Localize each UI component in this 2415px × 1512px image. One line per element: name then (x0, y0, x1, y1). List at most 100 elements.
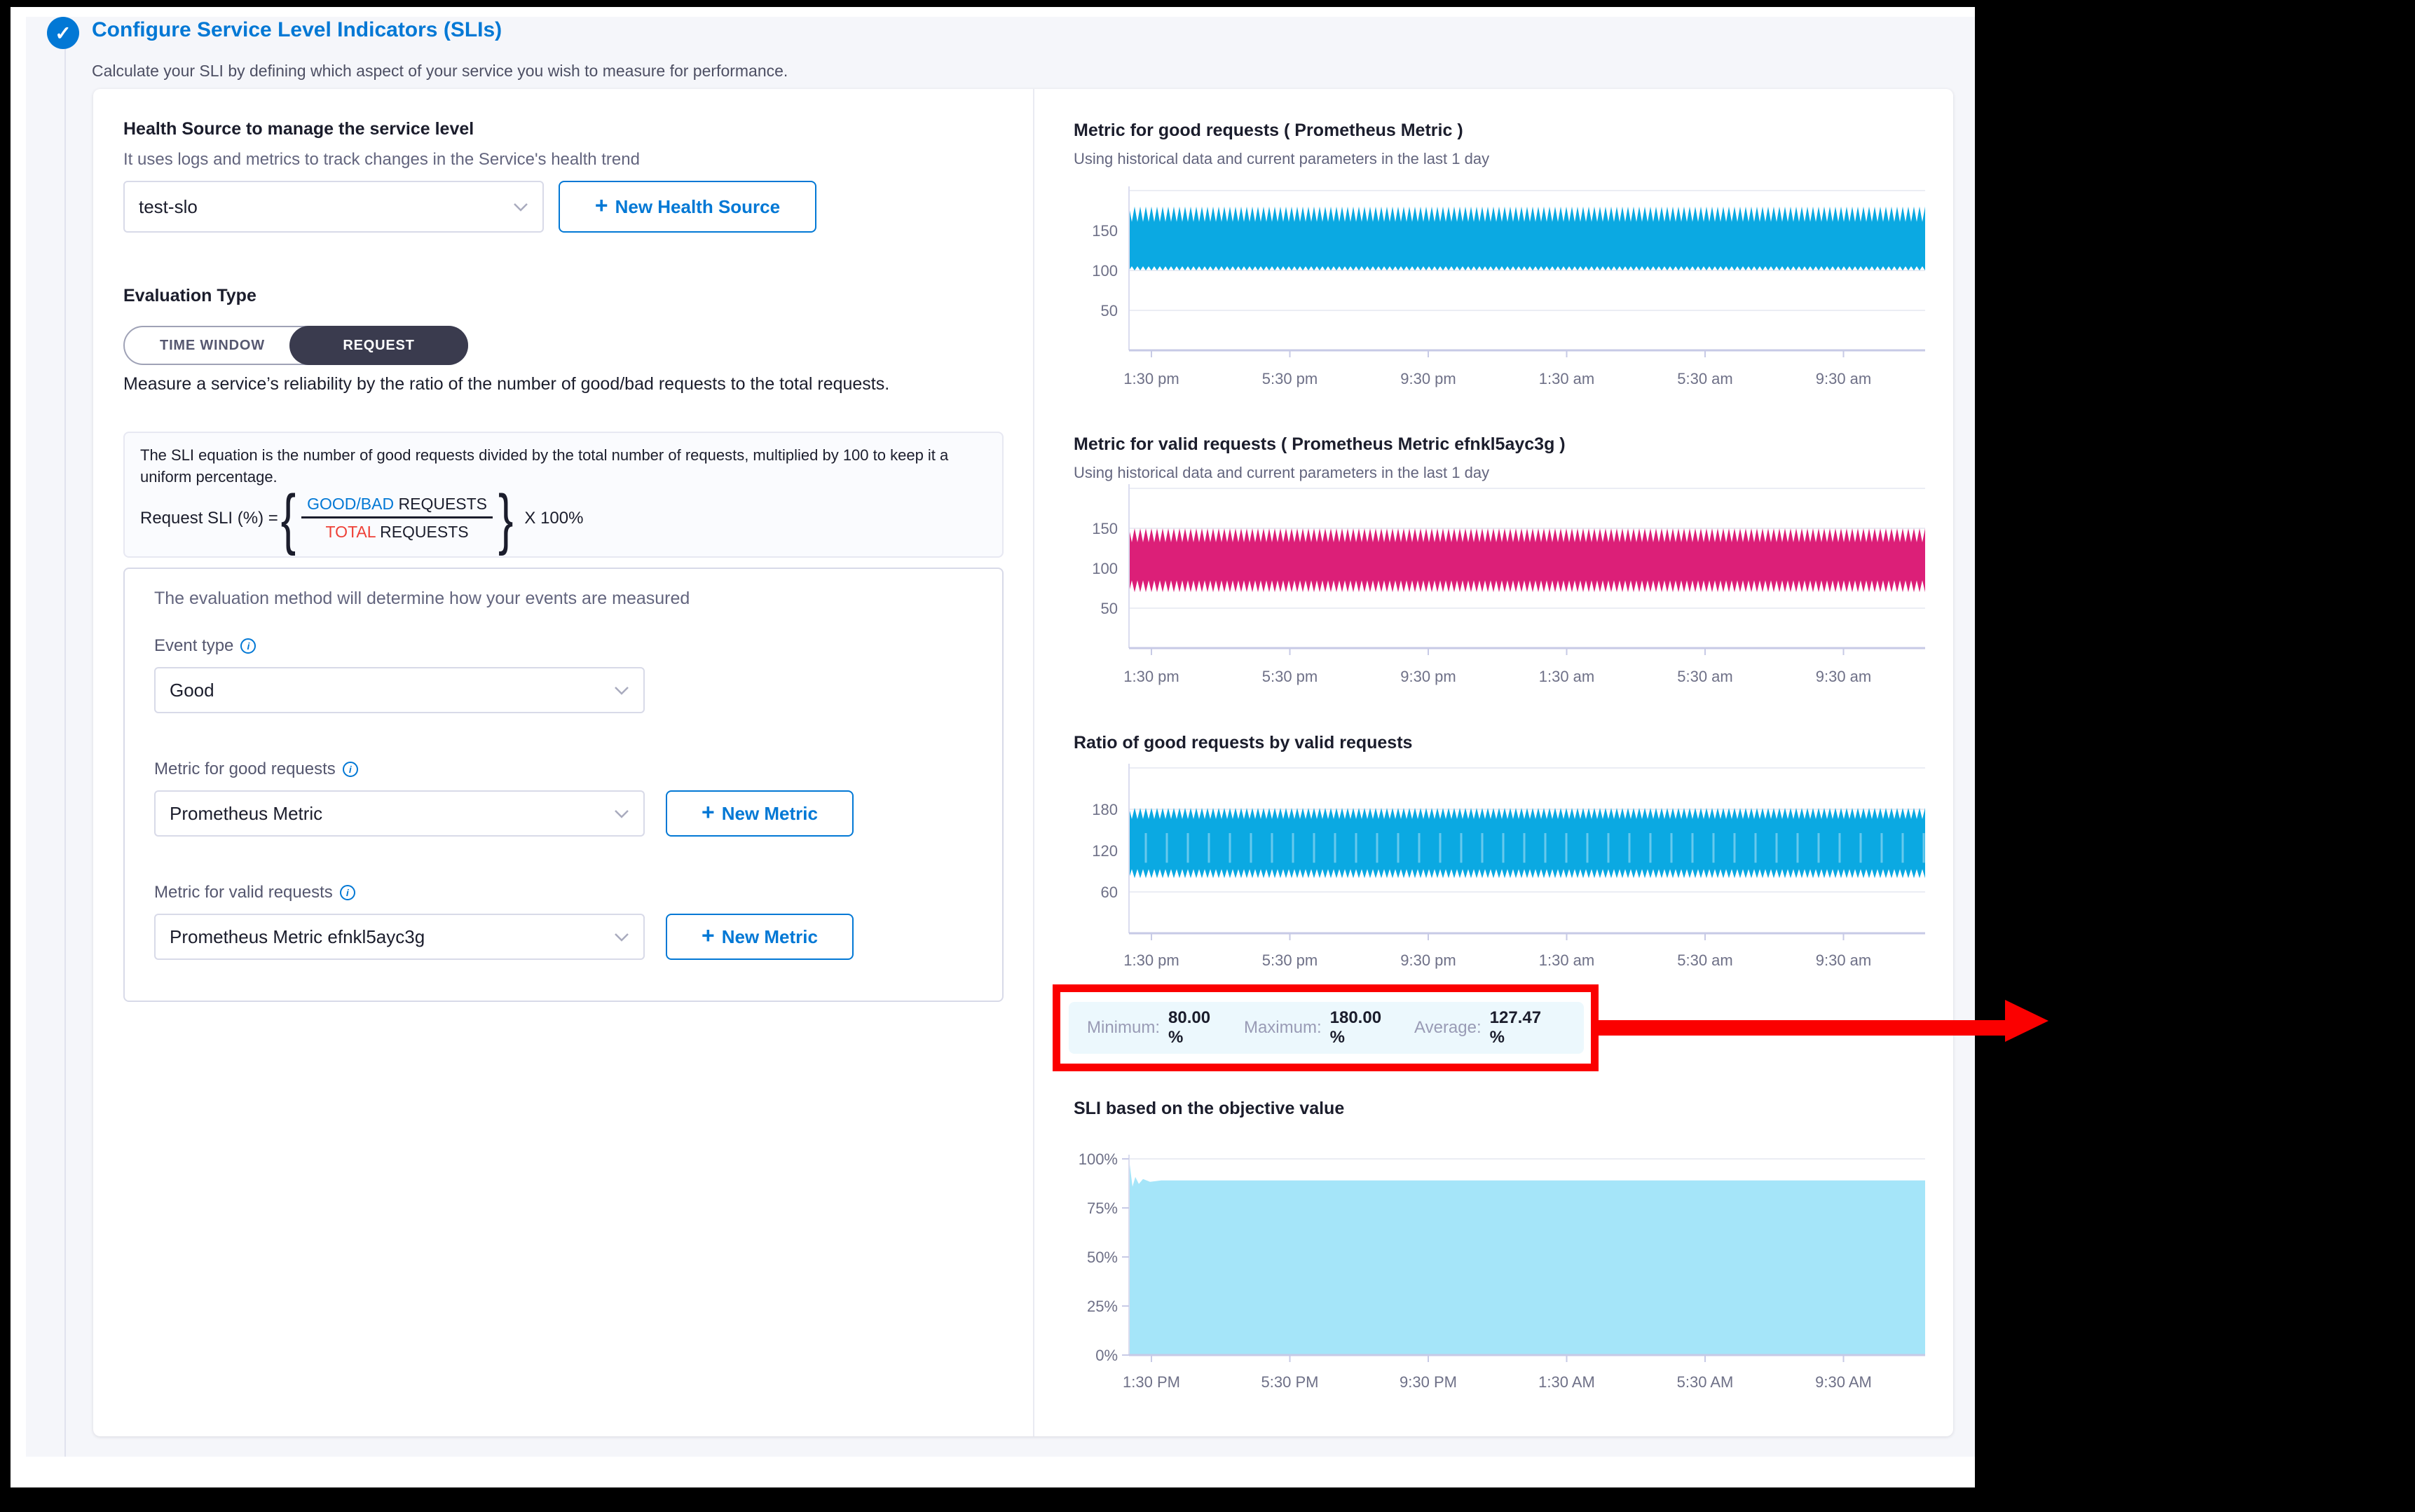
evaluation-method-description: The evaluation method will determine how… (154, 589, 690, 609)
info-icon[interactable]: i (343, 762, 358, 777)
average-value: 127.47 % (1490, 1008, 1556, 1047)
denominator-highlight: TOTAL (326, 523, 376, 541)
metric-valid-select-value: Prometheus Metric efnkl5ayc3g (170, 926, 425, 948)
chart-good-subtitle: Using historical data and current parame… (1074, 150, 1489, 168)
svg-text:1:30 pm: 1:30 pm (1123, 668, 1179, 685)
chart-sli-title: SLI based on the objective value (1074, 1099, 1344, 1119)
svg-text:5:30 pm: 5:30 pm (1262, 370, 1318, 387)
info-icon[interactable]: i (340, 885, 355, 900)
annotation-highlight-box: Minimum: 80.00 % Maximum: 180.00 % Avera… (1053, 984, 1599, 1071)
svg-text:9:30 pm: 9:30 pm (1400, 668, 1456, 685)
numerator-rest: REQUESTS (399, 495, 488, 513)
chart-good-requests: 50 100 150 1:30 pm 5:30 pm 9:30 pm 1:30 am 5:30… (1074, 182, 1943, 396)
evaluation-type-toggle: TIME WINDOW REQUEST (123, 326, 468, 365)
maximum-label: Maximum: (1244, 1018, 1322, 1038)
health-source-description: It uses logs and metrics to track change… (123, 150, 640, 170)
chart-sli-objective: 0%25%50%75%100%1:30 PM5:30 PM9:30 PM1:30… (1074, 1143, 1943, 1401)
svg-text:9:30 AM: 9:30 AM (1815, 1373, 1872, 1391)
svg-text:0%: 0% (1095, 1347, 1118, 1364)
svg-text:50: 50 (1101, 600, 1118, 617)
svg-text:1:30 PM: 1:30 PM (1123, 1373, 1180, 1391)
numerator-highlight: GOOD/BAD (307, 495, 394, 513)
metric-good-select[interactable]: Prometheus Metric (154, 790, 645, 837)
denominator-rest: REQUESTS (380, 523, 469, 541)
metric-valid-select[interactable]: Prometheus Metric efnkl5ayc3g (154, 914, 645, 960)
chart-valid-title: Metric for valid requests ( Prometheus M… (1074, 434, 1566, 455)
annotation-arrow (1597, 1020, 2006, 1036)
svg-text:9:30 am: 9:30 am (1816, 668, 1872, 685)
svg-text:150: 150 (1092, 520, 1118, 537)
new-health-source-button-label: New Health Source (615, 196, 781, 218)
event-type-select[interactable]: Good (154, 667, 645, 713)
equation-fraction: GOOD/BAD REQUESTS TOTAL REQUESTS (301, 495, 493, 542)
svg-text:25%: 25% (1087, 1298, 1118, 1315)
equation-denominator: TOTAL REQUESTS (320, 518, 474, 542)
app-screenshot: ✓ Configure Service Level Indicators (SL… (11, 7, 1975, 1487)
chevron-down-icon (614, 686, 629, 695)
svg-text:50%: 50% (1087, 1249, 1118, 1266)
info-icon[interactable]: i (240, 638, 256, 654)
svg-text:9:30 pm: 9:30 pm (1400, 370, 1456, 387)
ratio-stats-bar: Minimum: 80.00 % Maximum: 180.00 % Avera… (1069, 1002, 1584, 1054)
svg-text:1:30 am: 1:30 am (1539, 370, 1595, 387)
metric-valid-label-text: Metric for valid requests (154, 883, 333, 902)
svg-text:1:30 am: 1:30 am (1539, 951, 1595, 969)
new-metric-button-label: New Metric (722, 926, 818, 948)
toggle-option-request-selected[interactable]: REQUEST (289, 326, 468, 365)
health-source-select[interactable]: test-slo (123, 181, 544, 233)
svg-text:150: 150 (1092, 222, 1118, 240)
svg-text:60: 60 (1101, 884, 1118, 901)
maximum-value: 180.00 % (1330, 1008, 1396, 1047)
column-divider (1033, 89, 1034, 1436)
plus-icon: + (702, 923, 715, 949)
metric-good-label: Metric for good requests i (154, 760, 358, 779)
average-label: Average: (1414, 1018, 1482, 1038)
svg-text:75%: 75% (1087, 1200, 1118, 1217)
health-source-select-value: test-slo (139, 196, 198, 218)
page-title: Configure Service Level Indicators (SLIs… (92, 18, 502, 42)
svg-text:120: 120 (1092, 842, 1118, 860)
new-metric-good-button[interactable]: + New Metric (666, 790, 854, 837)
brace-open: { (281, 485, 296, 552)
svg-text:9:30 pm: 9:30 pm (1400, 951, 1456, 969)
chart-ratio-title: Ratio of good requests by valid requests (1074, 733, 1412, 753)
svg-text:5:30 PM: 5:30 PM (1261, 1373, 1319, 1391)
svg-text:100: 100 (1092, 560, 1118, 577)
metric-good-label-text: Metric for good requests (154, 760, 336, 779)
minimum-value: 80.00 % (1168, 1008, 1226, 1047)
svg-text:5:30 am: 5:30 am (1677, 951, 1733, 969)
annotation-arrow-head (2005, 1000, 2048, 1042)
event-type-label: Event type i (154, 636, 256, 656)
svg-text:5:30 AM: 5:30 AM (1677, 1373, 1734, 1391)
chevron-down-icon (614, 809, 629, 818)
toggle-option-time-window[interactable]: TIME WINDOW (125, 327, 300, 364)
equation-suffix: X 100% (524, 509, 583, 528)
svg-text:1:30 AM: 1:30 AM (1538, 1373, 1595, 1391)
svg-text:100: 100 (1092, 262, 1118, 280)
svg-text:1:30 pm: 1:30 pm (1123, 370, 1179, 387)
svg-text:5:30 pm: 5:30 pm (1262, 951, 1318, 969)
plus-icon: + (702, 799, 715, 825)
chart-ratio: 601201801:30 pm5:30 pm9:30 pm1:30 am5:30… (1074, 758, 1943, 977)
svg-text:1:30 pm: 1:30 pm (1123, 951, 1179, 969)
svg-text:1:30 am: 1:30 am (1539, 668, 1595, 685)
chart-good-title: Metric for good requests ( Prometheus Me… (1074, 121, 1463, 141)
plus-icon: + (595, 193, 608, 219)
step-complete-check-icon: ✓ (47, 17, 79, 49)
new-health-source-button[interactable]: + New Health Source (559, 181, 816, 233)
svg-text:50: 50 (1101, 302, 1118, 319)
health-source-heading: Health Source to manage the service leve… (123, 119, 474, 139)
event-type-label-text: Event type (154, 636, 233, 656)
minimum-label: Minimum: (1087, 1018, 1160, 1038)
new-metric-valid-button[interactable]: + New Metric (666, 914, 854, 960)
brace-close: } (498, 485, 513, 552)
evaluation-method-box: The evaluation method will determine how… (123, 568, 1004, 1002)
chart-valid-requests: 501001501:30 pm5:30 pm9:30 pm1:30 am5:30… (1074, 480, 1943, 694)
svg-text:5:30 pm: 5:30 pm (1262, 668, 1318, 685)
new-metric-button-label: New Metric (722, 803, 818, 825)
step-connector-line (64, 17, 66, 1457)
svg-text:9:30 am: 9:30 am (1816, 951, 1872, 969)
svg-text:100%: 100% (1079, 1150, 1118, 1168)
chevron-down-icon (614, 933, 629, 942)
svg-text:5:30 am: 5:30 am (1677, 370, 1733, 387)
